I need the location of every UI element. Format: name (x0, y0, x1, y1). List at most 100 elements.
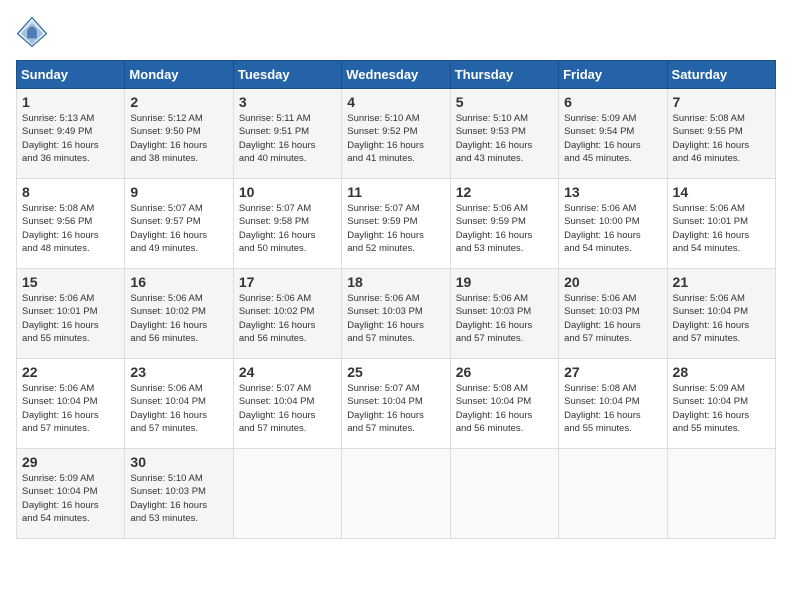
calendar-cell: 3 Sunrise: 5:11 AM Sunset: 9:51 PM Daylig… (233, 89, 341, 179)
header-cell-tuesday: Tuesday (233, 61, 341, 89)
calendar-cell: 25 Sunrise: 5:07 AM Sunset: 10:04 PM Dayl… (342, 359, 450, 449)
calendar-cell: 11 Sunrise: 5:07 AM Sunset: 9:59 PM Dayli… (342, 179, 450, 269)
day-info: Sunrise: 5:06 AM Sunset: 10:03 PM Daylig… (564, 292, 661, 345)
day-number: 7 (673, 94, 770, 110)
calendar-cell: 1 Sunrise: 5:13 AM Sunset: 9:49 PM Daylig… (17, 89, 125, 179)
calendar-cell: 23 Sunrise: 5:06 AM Sunset: 10:04 PM Dayl… (125, 359, 233, 449)
header-cell-friday: Friday (559, 61, 667, 89)
calendar-cell: 18 Sunrise: 5:06 AM Sunset: 10:03 PM Dayl… (342, 269, 450, 359)
calendar-cell: 7 Sunrise: 5:08 AM Sunset: 9:55 PM Daylig… (667, 89, 775, 179)
day-info: Sunrise: 5:08 AM Sunset: 9:55 PM Dayligh… (673, 112, 770, 165)
calendar-cell: 12Sunrise: 5:06 AM Sunset: 9:59 PM Dayli… (450, 179, 558, 269)
day-number: 11 (347, 184, 444, 200)
calendar-cell: 10Sunrise: 5:07 AM Sunset: 9:58 PM Dayli… (233, 179, 341, 269)
calendar-body: 1 Sunrise: 5:13 AM Sunset: 9:49 PM Daylig… (17, 89, 776, 539)
day-info: Sunrise: 5:11 AM Sunset: 9:51 PM Dayligh… (239, 112, 336, 165)
day-number: 14 (673, 184, 770, 200)
calendar-cell (450, 449, 558, 539)
calendar-cell: 27 Sunrise: 5:08 AM Sunset: 10:04 PM Dayl… (559, 359, 667, 449)
day-number: 6 (564, 94, 661, 110)
calendar-cell: 28 Sunrise: 5:09 AM Sunset: 10:04 PM Dayl… (667, 359, 775, 449)
day-info: Sunrise: 5:06 AM Sunset: 10:00 PM Daylig… (564, 202, 661, 255)
day-info: Sunrise: 5:10 AM Sunset: 10:03 PM Daylig… (130, 472, 227, 525)
calendar-cell: 5 Sunrise: 5:10 AM Sunset: 9:53 PM Daylig… (450, 89, 558, 179)
day-info: Sunrise: 5:06 AM Sunset: 10:02 PM Daylig… (130, 292, 227, 345)
calendar-cell: 15 Sunrise: 5:06 AM Sunset: 10:01 PM Dayl… (17, 269, 125, 359)
day-info: Sunrise: 5:06 AM Sunset: 10:04 PM Daylig… (673, 292, 770, 345)
header-cell-thursday: Thursday (450, 61, 558, 89)
day-number: 9 (130, 184, 227, 200)
calendar-cell: 21 Sunrise: 5:06 AM Sunset: 10:04 PM Dayl… (667, 269, 775, 359)
calendar-cell: 8 Sunrise: 5:08 AM Sunset: 9:56 PM Daylig… (17, 179, 125, 269)
day-number: 28 (673, 364, 770, 380)
day-info: Sunrise: 5:10 AM Sunset: 9:52 PM Dayligh… (347, 112, 444, 165)
header-cell-sunday: Sunday (17, 61, 125, 89)
page-header (16, 16, 776, 48)
day-number: 29 (22, 454, 119, 470)
day-number: 12 (456, 184, 553, 200)
calendar-cell: 22 Sunrise: 5:06 AM Sunset: 10:04 PM Dayl… (17, 359, 125, 449)
day-number: 1 (22, 94, 119, 110)
calendar-cell (667, 449, 775, 539)
header-cell-monday: Monday (125, 61, 233, 89)
day-info: Sunrise: 5:07 AM Sunset: 9:57 PM Dayligh… (130, 202, 227, 255)
day-info: Sunrise: 5:09 AM Sunset: 10:04 PM Daylig… (673, 382, 770, 435)
calendar-cell: 14Sunrise: 5:06 AM Sunset: 10:01 PM Dayl… (667, 179, 775, 269)
day-number: 5 (456, 94, 553, 110)
calendar-cell: 29 Sunrise: 5:09 AM Sunset: 10:04 PM Dayl… (17, 449, 125, 539)
day-number: 10 (239, 184, 336, 200)
calendar-cell: 17 Sunrise: 5:06 AM Sunset: 10:02 PM Dayl… (233, 269, 341, 359)
day-info: Sunrise: 5:08 AM Sunset: 10:04 PM Daylig… (456, 382, 553, 435)
day-number: 15 (22, 274, 119, 290)
day-number: 22 (22, 364, 119, 380)
day-info: Sunrise: 5:06 AM Sunset: 10:04 PM Daylig… (130, 382, 227, 435)
day-info: Sunrise: 5:07 AM Sunset: 9:59 PM Dayligh… (347, 202, 444, 255)
day-info: Sunrise: 5:09 AM Sunset: 9:54 PM Dayligh… (564, 112, 661, 165)
day-info: Sunrise: 5:12 AM Sunset: 9:50 PM Dayligh… (130, 112, 227, 165)
calendar-table: SundayMondayTuesdayWednesdayThursdayFrid… (16, 60, 776, 539)
calendar-cell (559, 449, 667, 539)
day-info: Sunrise: 5:06 AM Sunset: 10:03 PM Daylig… (456, 292, 553, 345)
day-number: 23 (130, 364, 227, 380)
day-number: 26 (456, 364, 553, 380)
day-info: Sunrise: 5:06 AM Sunset: 10:02 PM Daylig… (239, 292, 336, 345)
day-info: Sunrise: 5:07 AM Sunset: 10:04 PM Daylig… (347, 382, 444, 435)
calendar-cell (233, 449, 341, 539)
day-number: 2 (130, 94, 227, 110)
day-info: Sunrise: 5:08 AM Sunset: 9:56 PM Dayligh… (22, 202, 119, 255)
calendar-week-2: 15 Sunrise: 5:06 AM Sunset: 10:01 PM Dayl… (17, 269, 776, 359)
calendar-cell: 16 Sunrise: 5:06 AM Sunset: 10:02 PM Dayl… (125, 269, 233, 359)
day-info: Sunrise: 5:06 AM Sunset: 10:03 PM Daylig… (347, 292, 444, 345)
day-number: 21 (673, 274, 770, 290)
calendar-cell: 19Sunrise: 5:06 AM Sunset: 10:03 PM Dayl… (450, 269, 558, 359)
calendar-cell: 9 Sunrise: 5:07 AM Sunset: 9:57 PM Daylig… (125, 179, 233, 269)
calendar-header: SundayMondayTuesdayWednesdayThursdayFrid… (17, 61, 776, 89)
day-number: 18 (347, 274, 444, 290)
day-info: Sunrise: 5:10 AM Sunset: 9:53 PM Dayligh… (456, 112, 553, 165)
day-info: Sunrise: 5:08 AM Sunset: 10:04 PM Daylig… (564, 382, 661, 435)
calendar-cell: 30 Sunrise: 5:10 AM Sunset: 10:03 PM Dayl… (125, 449, 233, 539)
day-number: 17 (239, 274, 336, 290)
day-number: 25 (347, 364, 444, 380)
logo-icon (16, 16, 48, 48)
day-number: 20 (564, 274, 661, 290)
header-cell-saturday: Saturday (667, 61, 775, 89)
day-number: 16 (130, 274, 227, 290)
day-info: Sunrise: 5:06 AM Sunset: 10:01 PM Daylig… (22, 292, 119, 345)
day-info: Sunrise: 5:13 AM Sunset: 9:49 PM Dayligh… (22, 112, 119, 165)
logo (16, 16, 52, 48)
calendar-week-4: 29 Sunrise: 5:09 AM Sunset: 10:04 PM Dayl… (17, 449, 776, 539)
day-number: 8 (22, 184, 119, 200)
day-number: 30 (130, 454, 227, 470)
day-number: 4 (347, 94, 444, 110)
calendar-cell: 2 Sunrise: 5:12 AM Sunset: 9:50 PM Daylig… (125, 89, 233, 179)
day-info: Sunrise: 5:07 AM Sunset: 10:04 PM Daylig… (239, 382, 336, 435)
day-number: 27 (564, 364, 661, 380)
calendar-cell: 13Sunrise: 5:06 AM Sunset: 10:00 PM Dayl… (559, 179, 667, 269)
day-number: 3 (239, 94, 336, 110)
calendar-week-3: 22 Sunrise: 5:06 AM Sunset: 10:04 PM Dayl… (17, 359, 776, 449)
calendar-cell: 20 Sunrise: 5:06 AM Sunset: 10:03 PM Dayl… (559, 269, 667, 359)
calendar-cell: 4 Sunrise: 5:10 AM Sunset: 9:52 PM Daylig… (342, 89, 450, 179)
day-info: Sunrise: 5:09 AM Sunset: 10:04 PM Daylig… (22, 472, 119, 525)
day-info: Sunrise: 5:06 AM Sunset: 10:04 PM Daylig… (22, 382, 119, 435)
